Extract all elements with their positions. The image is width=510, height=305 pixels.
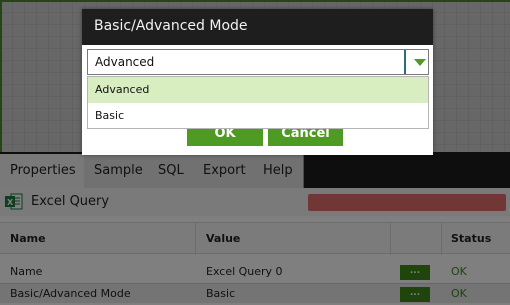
option-advanced[interactable]: Advanced <box>88 77 428 103</box>
basic-advanced-mode-dialog: Basic/Advanced Mode OK Cancel Advanced A… <box>82 9 433 155</box>
option-basic[interactable]: Basic <box>88 103 428 129</box>
select-divider <box>404 50 406 74</box>
chevron-down-icon[interactable] <box>414 59 426 66</box>
dialog-title: Basic/Advanced Mode <box>94 18 248 34</box>
mode-select[interactable]: Advanced <box>87 49 429 75</box>
dialog-header: Basic/Advanced Mode <box>82 9 433 45</box>
mode-dropdown-list: Advanced Basic <box>87 76 429 129</box>
mode-select-value: Advanced <box>95 55 155 69</box>
